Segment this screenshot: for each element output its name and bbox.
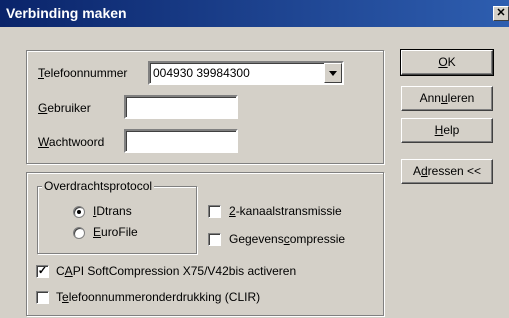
- capi-checkbox[interactable]: ✓: [36, 265, 49, 278]
- chevron-down-icon: [329, 71, 337, 76]
- title-bar: Verbinding maken ✕: [0, 0, 509, 27]
- addresses-button[interactable]: Adressen <<: [401, 159, 493, 184]
- help-button[interactable]: Help: [401, 118, 493, 143]
- dual-channel-checkbox[interactable]: [208, 205, 221, 218]
- capi-label[interactable]: CAPI SoftCompression X75/V42bis activere…: [56, 264, 296, 278]
- dual-channel-label[interactable]: 2-kanaalstransmissie: [229, 204, 342, 218]
- idtrans-label[interactable]: IDtrans: [93, 204, 132, 218]
- clir-checkbox[interactable]: [36, 291, 49, 304]
- user-label: Gebruiker: [38, 101, 91, 115]
- protocol-group: [37, 186, 197, 254]
- eurofile-radio[interactable]: [73, 227, 85, 239]
- ok-button[interactable]: OK: [400, 49, 494, 76]
- password-field[interactable]: [124, 129, 238, 153]
- idtrans-radio[interactable]: [73, 206, 85, 218]
- radio-selected-dot: [77, 210, 81, 214]
- window-title: Verbinding maken: [6, 5, 127, 21]
- cancel-button[interactable]: Annuleren: [401, 86, 493, 111]
- phone-combobox[interactable]: 004930 39984300: [148, 61, 344, 85]
- compression-checkbox[interactable]: [208, 233, 221, 246]
- close-button[interactable]: ✕: [493, 6, 509, 21]
- protocol-legend: Overdrachtsprotocol: [42, 179, 155, 193]
- eurofile-label[interactable]: EuroFile: [93, 225, 138, 239]
- compression-label[interactable]: Gegevenscompressie: [229, 232, 345, 246]
- dropdown-button[interactable]: [324, 63, 342, 83]
- check-mark-icon: ✓: [37, 265, 48, 277]
- phone-value: 004930 39984300: [153, 66, 250, 80]
- phone-label: Telefoonnummer: [38, 66, 128, 80]
- password-label: Wachtwoord: [38, 135, 105, 149]
- clir-label[interactable]: Telefoonnummeronderdrukking (CLIR): [56, 290, 260, 304]
- user-field[interactable]: [124, 95, 238, 119]
